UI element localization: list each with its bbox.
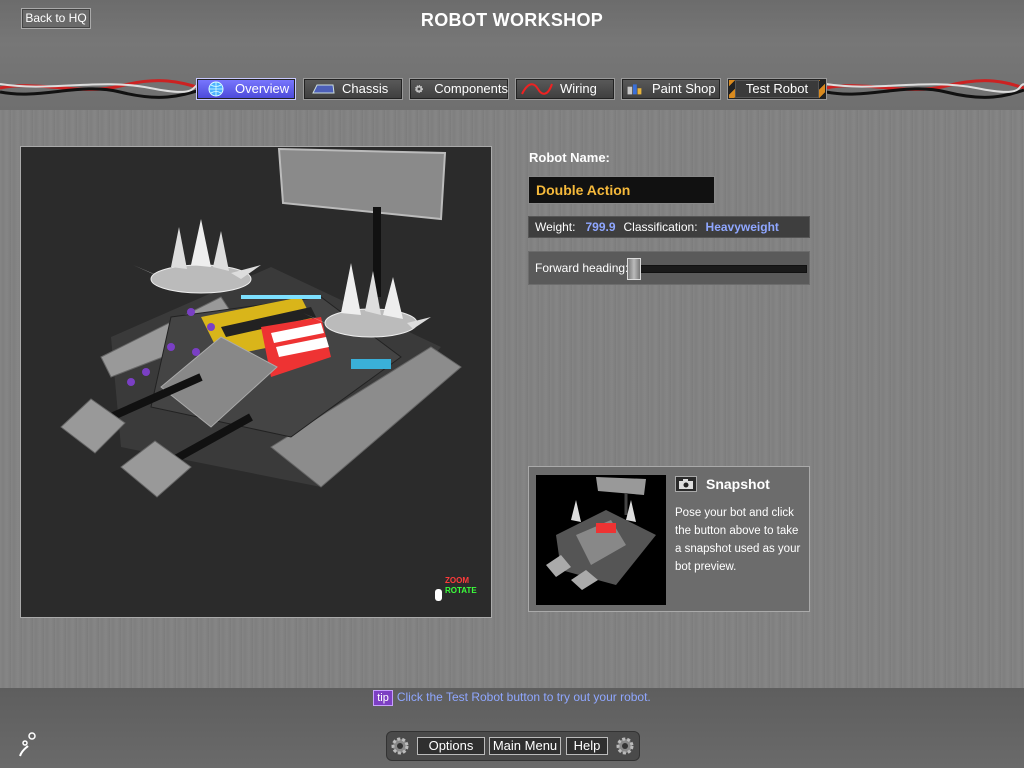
main-menu-button[interactable]: Main Menu [489, 737, 561, 755]
gear-icon [415, 85, 423, 93]
tab-overview[interactable]: Overview [196, 78, 296, 100]
snapshot-preview-image [546, 477, 656, 590]
tab-test-robot-label: Test Robot [734, 80, 820, 98]
tab-paint-shop-label: Paint Shop [652, 81, 716, 96]
snapshot-preview [536, 475, 666, 605]
forward-heading-track[interactable] [627, 265, 807, 273]
snapshot-description: Pose your bot and click the button above… [675, 507, 801, 573]
tab-overview-label: Overview [235, 81, 290, 96]
tab-test-robot[interactable]: Test Robot [727, 78, 827, 100]
classification-label: Classification: [623, 220, 698, 234]
tab-chassis-label: Chassis [342, 81, 389, 96]
snapshot-title: Snapshot [706, 476, 770, 492]
gear-icon [616, 737, 634, 755]
robot-model [60, 147, 462, 498]
wires-decoration-right [826, 79, 1024, 99]
robot-3d-viewport[interactable]: ZOOM ROTATE [20, 146, 492, 618]
classification-value: Heavyweight [705, 220, 779, 234]
wire-icon [521, 83, 553, 95]
forward-heading-control: Forward heading: [528, 251, 810, 285]
robot-name-label: Robot Name: [529, 150, 610, 165]
robot-name-input[interactable]: Double Action [528, 176, 715, 204]
wires-decoration-left [0, 79, 200, 99]
chassis-icon [312, 84, 335, 94]
mouse-icon [435, 589, 442, 601]
snapshot-panel: Snapshot Pose your bot and click the but… [528, 466, 810, 612]
camera-icon [679, 479, 693, 489]
forward-heading-slider-thumb[interactable] [627, 258, 641, 280]
options-button[interactable]: Options [417, 737, 485, 755]
tip-badge: tip [373, 690, 393, 706]
rotate-hint-label: ROTATE [445, 586, 477, 595]
page-title: ROBOT WORKSHOP [420, 10, 604, 30]
tab-components-label: Components [434, 81, 508, 96]
robot-stats-bar: Weight: 799.9 Classification: Heavyweigh… [528, 216, 810, 238]
game-logo-icon [19, 732, 36, 757]
paint-cans-icon [627, 84, 642, 95]
tab-chassis[interactable]: Chassis [303, 78, 403, 100]
take-snapshot-button[interactable] [675, 476, 697, 492]
weight-label: Weight: [535, 220, 576, 234]
weight-value: 799.9 [585, 220, 616, 234]
forward-heading-label: Forward heading: [535, 261, 629, 275]
tab-components[interactable]: Components [409, 78, 509, 100]
tab-wiring-label: Wiring [560, 81, 597, 96]
tip-text: Click the Test Robot button to try out y… [396, 690, 651, 704]
tab-wiring[interactable]: Wiring [515, 78, 615, 100]
zoom-hint-label: ZOOM [445, 576, 469, 585]
gear-icon [391, 737, 409, 755]
bottom-menu-bar: Options Main Menu Help [386, 731, 640, 761]
mouse-controls-hint: ZOOM ROTATE [435, 576, 477, 601]
help-button[interactable]: Help [566, 737, 608, 755]
globe-icon [208, 81, 224, 97]
tip-row: tip Click the Test Robot button to try ou… [0, 690, 1024, 706]
tab-paint-shop[interactable]: Paint Shop [621, 78, 721, 100]
